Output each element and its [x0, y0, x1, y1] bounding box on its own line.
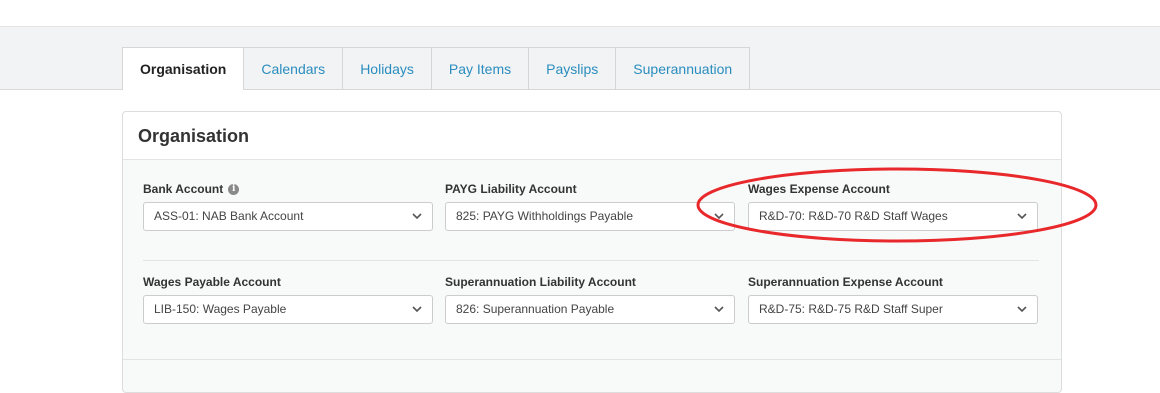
organisation-panel: Organisation Bank Account i ASS-01: NAB … — [122, 111, 1062, 393]
tab-calendars[interactable]: Calendars — [244, 47, 344, 90]
chevron-down-icon — [412, 213, 422, 220]
super-expense-value: R&D-75: R&D-75 R&D Staff Super — [759, 302, 943, 316]
wages-payable-field: Wages Payable Account LIB-150: Wages Pay… — [143, 274, 433, 324]
row-divider — [143, 260, 1039, 261]
super-expense-select[interactable]: R&D-75: R&D-75 R&D Staff Super — [748, 295, 1038, 324]
chevron-down-icon — [1017, 213, 1027, 220]
panel-title: Organisation — [138, 126, 250, 146]
chevron-down-icon — [714, 306, 724, 313]
top-bar — [0, 0, 1160, 27]
chevron-down-icon — [412, 306, 422, 313]
super-liability-label: Superannuation Liability Account — [445, 275, 636, 289]
payg-liability-value: 825: PAYG Withholdings Payable — [456, 209, 633, 223]
panel-footer-divider — [123, 359, 1061, 360]
super-expense-label: Superannuation Expense Account — [748, 275, 943, 289]
wages-expense-select[interactable]: R&D-70: R&D-70 R&D Staff Wages — [748, 202, 1038, 231]
info-icon[interactable]: i — [228, 183, 240, 195]
wages-payable-label: Wages Payable Account — [143, 275, 281, 289]
settings-tabs: Organisation Calendars Holidays Pay Item… — [122, 47, 751, 90]
payg-liability-label: PAYG Liability Account — [445, 182, 577, 196]
tab-pay-items[interactable]: Pay Items — [431, 47, 530, 90]
payg-liability-select[interactable]: 825: PAYG Withholdings Payable — [445, 202, 735, 231]
bank-account-label: Bank Account — [143, 182, 224, 196]
bank-account-select[interactable]: ASS-01: NAB Bank Account — [143, 202, 433, 231]
wages-payable-select[interactable]: LIB-150: Wages Payable — [143, 295, 433, 324]
super-liability-select[interactable]: 826: Superannuation Payable — [445, 295, 735, 324]
super-liability-value: 826: Superannuation Payable — [456, 302, 615, 316]
tab-payslips[interactable]: Payslips — [529, 47, 617, 90]
panel-header: Organisation — [123, 112, 1061, 160]
super-expense-field: Superannuation Expense Account R&D-75: R… — [748, 274, 1038, 324]
tab-organisation[interactable]: Organisation — [122, 47, 245, 90]
wages-expense-field: Wages Expense Account R&D-70: R&D-70 R&D… — [748, 181, 1038, 231]
tab-holidays[interactable]: Holidays — [343, 47, 432, 90]
bank-account-value: ASS-01: NAB Bank Account — [154, 209, 304, 223]
wages-payable-value: LIB-150: Wages Payable — [154, 302, 287, 316]
tab-superannuation[interactable]: Superannuation — [616, 47, 751, 90]
wages-expense-label: Wages Expense Account — [748, 182, 890, 196]
bank-account-field: Bank Account i ASS-01: NAB Bank Account — [143, 181, 433, 231]
payg-liability-field: PAYG Liability Account 825: PAYG Withhol… — [445, 181, 735, 231]
super-liability-field: Superannuation Liability Account 826: Su… — [445, 274, 735, 324]
wages-expense-value: R&D-70: R&D-70 R&D Staff Wages — [759, 209, 948, 223]
chevron-down-icon — [1017, 306, 1027, 313]
chevron-down-icon — [714, 213, 724, 220]
